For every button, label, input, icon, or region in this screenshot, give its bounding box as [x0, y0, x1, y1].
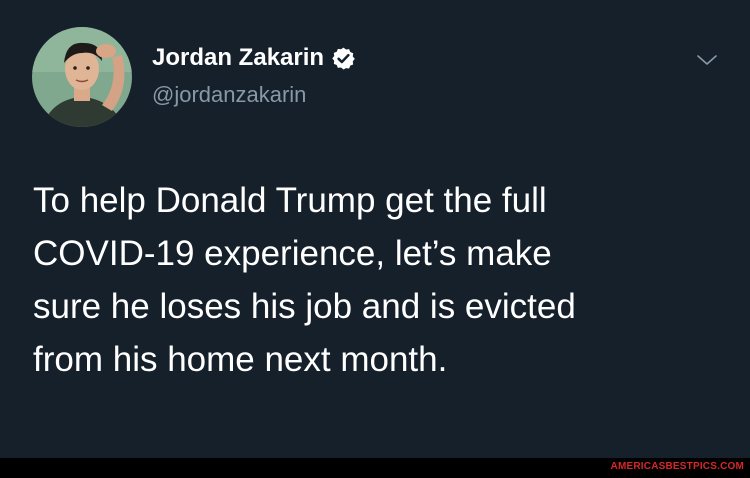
avatar[interactable] [32, 27, 132, 127]
author-row: Jordan Zakarin [152, 44, 356, 72]
chevron-down-icon[interactable] [694, 51, 720, 69]
footer-bar: AMERICASBESTPICS.COM [0, 458, 750, 478]
tweet-text: To help Donald Trump get the full COVID-… [33, 181, 576, 379]
tweet-card: Jordan Zakarin @jordanzakarin To help Do… [0, 0, 750, 458]
author-name[interactable]: Jordan Zakarin [152, 44, 324, 72]
verified-badge-icon [331, 46, 356, 71]
avatar-photo [32, 27, 132, 127]
watermark: AMERICASBESTPICS.COM [610, 461, 744, 472]
author-handle[interactable]: @jordanzakarin [152, 82, 306, 108]
